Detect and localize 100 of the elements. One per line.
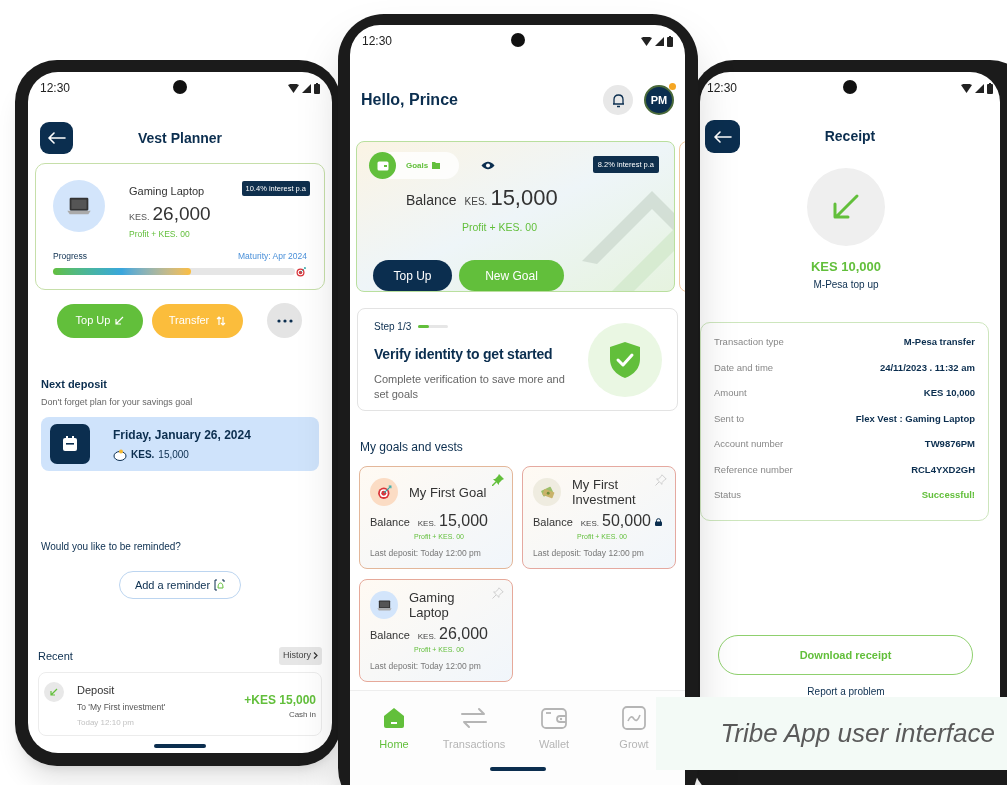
maturity-date: Maturity: Apr 2024: [238, 249, 307, 263]
profit-text: Profit + KES. 00: [462, 221, 537, 233]
wifi-icon: [288, 83, 299, 93]
wallet-icon: [376, 160, 389, 171]
more-button[interactable]: [267, 303, 302, 338]
last-deposit: Last deposit: Today 12:00 pm: [370, 548, 482, 559]
goals-chip[interactable]: Goals: [369, 152, 459, 179]
swap-icon: [216, 315, 227, 326]
last-deposit: Last deposit: Today 12:00 pm: [370, 661, 482, 672]
section-title: My goals and vests: [360, 440, 463, 454]
detail-label: Status: [714, 488, 741, 503]
nav-tab[interactable]: Wallet: [538, 706, 570, 753]
home-icon: [382, 706, 406, 730]
camera-hole: [843, 80, 857, 94]
top-up-button[interactable]: Top Up: [57, 303, 143, 338]
nav-tab[interactable]: Transactions: [442, 706, 506, 753]
goal-name: My First Investment: [572, 477, 637, 507]
status-value: Successful!: [921, 488, 975, 503]
status-time: 12:30: [40, 80, 71, 97]
currency-label: KES.: [417, 632, 436, 642]
transaction-type: Cash in: [288, 708, 316, 721]
screen-title: Vest Planner: [137, 128, 222, 148]
nav-tab[interactable]: Growt: [619, 706, 649, 753]
balance-label: Balance: [370, 628, 410, 642]
arrow-icon: [115, 316, 125, 325]
new-goal-button[interactable]: New Goal: [459, 260, 564, 291]
goal-amount: 26,000: [152, 201, 211, 226]
detail-value: KES 10,000: [923, 386, 975, 401]
back-arrow-icon: [47, 132, 66, 144]
deposit-amount: 15,000: [158, 448, 189, 462]
transaction-amount: +KES 15,000: [244, 691, 316, 709]
detail-label: Account number: [714, 437, 784, 452]
goal-amount: 50,000: [602, 511, 651, 530]
wifi-icon: [641, 36, 652, 46]
detail-value: M-Pesa transfer: [903, 335, 975, 350]
more-icon: [276, 318, 293, 323]
report-problem-link[interactable]: Report a problem: [807, 684, 885, 699]
battery-icon: [314, 82, 320, 94]
detail-label: Amount: [714, 386, 747, 401]
target-icon: [375, 483, 393, 501]
detail-label: Reference number: [714, 462, 793, 477]
verify-title: Verify identity to get started: [374, 346, 553, 362]
back-button[interactable]: [705, 120, 740, 153]
nav-tab[interactable]: Home: [379, 706, 409, 753]
back-button[interactable]: [40, 122, 73, 154]
shield-check-icon: [609, 341, 641, 379]
deposit-date: Friday, January 26, 2024: [113, 427, 251, 444]
detail-value: 24/11/2023 . 11:32 am: [879, 360, 975, 375]
goal-name: Gaming Laptop: [129, 184, 206, 199]
reminder-question: Would you like to be reminded?: [41, 541, 181, 552]
section-subtitle: Don't forget plan for your savings goal: [41, 395, 194, 409]
transfer-button[interactable]: Transfer: [152, 303, 243, 338]
detail-label: Sent to: [714, 411, 745, 426]
step-label: Step 1/3: [374, 320, 412, 334]
chart-icon: [622, 706, 646, 730]
goal-amount: 26,000: [439, 624, 488, 643]
piggy-bank-icon: [113, 448, 127, 461]
camera-hole: [173, 80, 187, 94]
home-indicator: [154, 744, 206, 748]
greeting: Hello, Prince: [361, 90, 458, 110]
status-time: 12:30: [707, 80, 738, 97]
battery-icon: [667, 35, 673, 47]
screen-title: Receipt: [824, 127, 876, 146]
detail-value: TW9876PM: [924, 437, 975, 452]
avatar-button[interactable]: PM: [644, 85, 674, 115]
bell-icon: [611, 92, 625, 108]
balance-label: Balance: [533, 515, 573, 529]
goal-amount: 15,000: [439, 511, 488, 530]
transaction-title: Deposit: [77, 682, 116, 698]
balance-label: Balance: [370, 515, 410, 529]
progress-label: Progress: [53, 249, 87, 263]
status-time: 12:30: [362, 33, 393, 50]
balance-amount: 15,000: [490, 184, 558, 212]
arrow-icon: [831, 192, 861, 222]
calendar-icon: [62, 436, 78, 452]
home-indicator: [489, 767, 546, 771]
eye-icon[interactable]: [481, 161, 495, 170]
profit-text: Profit + KES. 00: [129, 228, 191, 241]
folder-icon: [432, 162, 441, 169]
currency-label: KES.: [131, 448, 155, 462]
history-button[interactable]: History: [279, 647, 322, 665]
receipt-subtitle: M-Pesa top up: [813, 277, 879, 292]
wifi-icon: [961, 83, 972, 93]
detail-label: Transaction type: [714, 335, 784, 350]
currency-label: KES.: [417, 519, 436, 529]
receipt-amount: KES 10,000: [810, 258, 882, 276]
notifications-button[interactable]: [603, 85, 633, 115]
detail-label: Date and time: [714, 360, 774, 375]
signal-icon: [302, 83, 311, 93]
currency-label: KES.: [129, 210, 150, 224]
swap-arrows-icon: [460, 706, 488, 730]
top-up-button[interactable]: Top Up: [373, 260, 452, 291]
section-title: Recent: [38, 648, 73, 664]
battery-icon: [987, 82, 993, 94]
balance-label: Balance: [406, 191, 457, 210]
signal-icon: [975, 83, 984, 93]
verify-description: Complete verification to save more and set goals: [374, 372, 566, 402]
transaction-subtitle: To 'My First investment': [77, 701, 166, 714]
goal-name: My First Goal: [409, 484, 488, 500]
section-title: Next deposit: [41, 377, 108, 392]
